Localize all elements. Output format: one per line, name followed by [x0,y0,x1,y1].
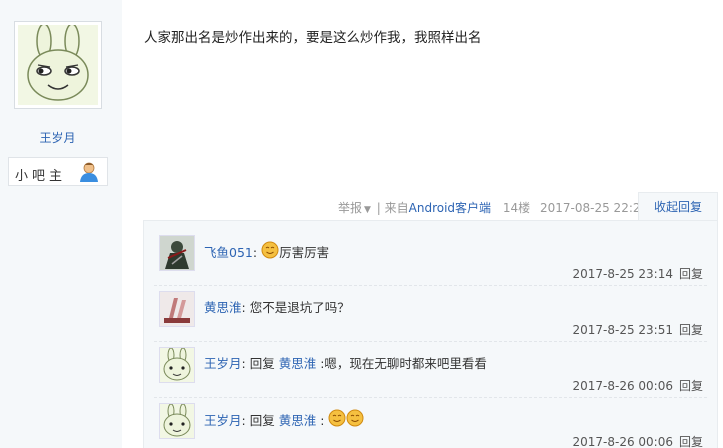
reply-text: 您不是退坑了吗？ [249,300,350,315]
reply-list: 飞鱼051: 厉害厉害 2017-8-25 23:14 回复 黄思淮: 您不是退坑… [143,220,718,448]
reply-target-username[interactable]: 黄思淮 [279,413,317,428]
post-meta: 举报 ▼ | 来自Android客户端 14楼 2017-08-25 22:27 [338,199,648,216]
report-link[interactable]: 举报 [338,201,362,215]
reply-avatar[interactable] [159,347,195,383]
reply-username[interactable]: 王岁月 [204,356,242,371]
smile-emoji-icon [261,241,279,259]
reply-text: : [320,413,325,428]
bunny-avatar-icon [160,348,194,382]
role-label: 小吧主 [15,169,67,184]
client-link[interactable]: Android客户端 [409,201,491,215]
reply-username[interactable]: 王岁月 [204,413,242,428]
reply-line: 黄思淮: 您不是退坑了吗？ [204,300,350,315]
post-time: 2017-08-25 22:27 [540,201,649,215]
reply-prefix: 回复 [249,413,275,428]
reply-text: 厉害厉害 [279,245,330,260]
caret-down-icon[interactable]: ▼ [364,205,371,215]
reply-avatar[interactable] [159,235,195,271]
reply-avatar[interactable] [159,291,195,327]
role-badge: 小吧主 [8,157,108,186]
reply-item: 黄思淮: 您不是退坑了吗？ 2017-8-25 23:51 回复 [144,277,719,337]
reply-time: 2017-8-26 00:06 [572,435,673,448]
reply-target-username[interactable]: 黄思淮 [279,356,317,371]
reply-item: 飞鱼051: 厉害厉害 2017-8-25 23:14 回复 [144,221,719,281]
author-column: 王岁月 小吧主 [0,0,122,448]
reply-line: 王岁月: 回复 黄思淮 :嗯，现在无聊时都来吧里看看 [204,356,487,371]
reply-line: 王岁月: 回复 黄思淮 : [204,409,364,429]
reply-username[interactable]: 黄思淮 [204,300,242,315]
reply-text: :嗯，现在无聊时都来吧里看看 [320,356,487,371]
meta-separator: | [376,201,381,215]
reply-button[interactable]: 回复 [679,435,703,448]
from-prefix: 来自 [384,201,409,215]
post-content: 人家那出名是炒作出来的，要是这么炒作我，我照样出名 [144,30,482,46]
bunny-avatar-icon [160,404,194,438]
smile-emoji-icon [346,409,364,427]
author-name[interactable]: 王岁月 [0,129,115,146]
warrior-avatar-icon [160,236,194,270]
collapse-replies-button[interactable]: 收起回复 [638,192,718,221]
floor-number: 14楼 [502,201,531,215]
reply-prefix: 回复 [249,356,275,371]
bunny-avatar-icon [18,25,98,105]
reply-item: 王岁月: 回复 黄思淮 :嗯，现在无聊时都来吧里看看 2017-8-26 00:… [144,333,719,393]
reply-footer: 2017-8-26 00:06 回复 [572,433,703,448]
reply-username[interactable]: 飞鱼051 [204,245,253,260]
reply-item: 王岁月: 回复 黄思淮 : 2017-8-26 00:06 回复 [144,389,719,448]
author-avatar[interactable] [14,21,102,109]
reply-avatar[interactable] [159,403,195,439]
reply-line: 飞鱼051: 厉害厉害 [204,241,329,261]
smile-emoji-icon [328,409,346,427]
sketch-avatar-icon [160,292,194,326]
user-icon [80,162,98,182]
